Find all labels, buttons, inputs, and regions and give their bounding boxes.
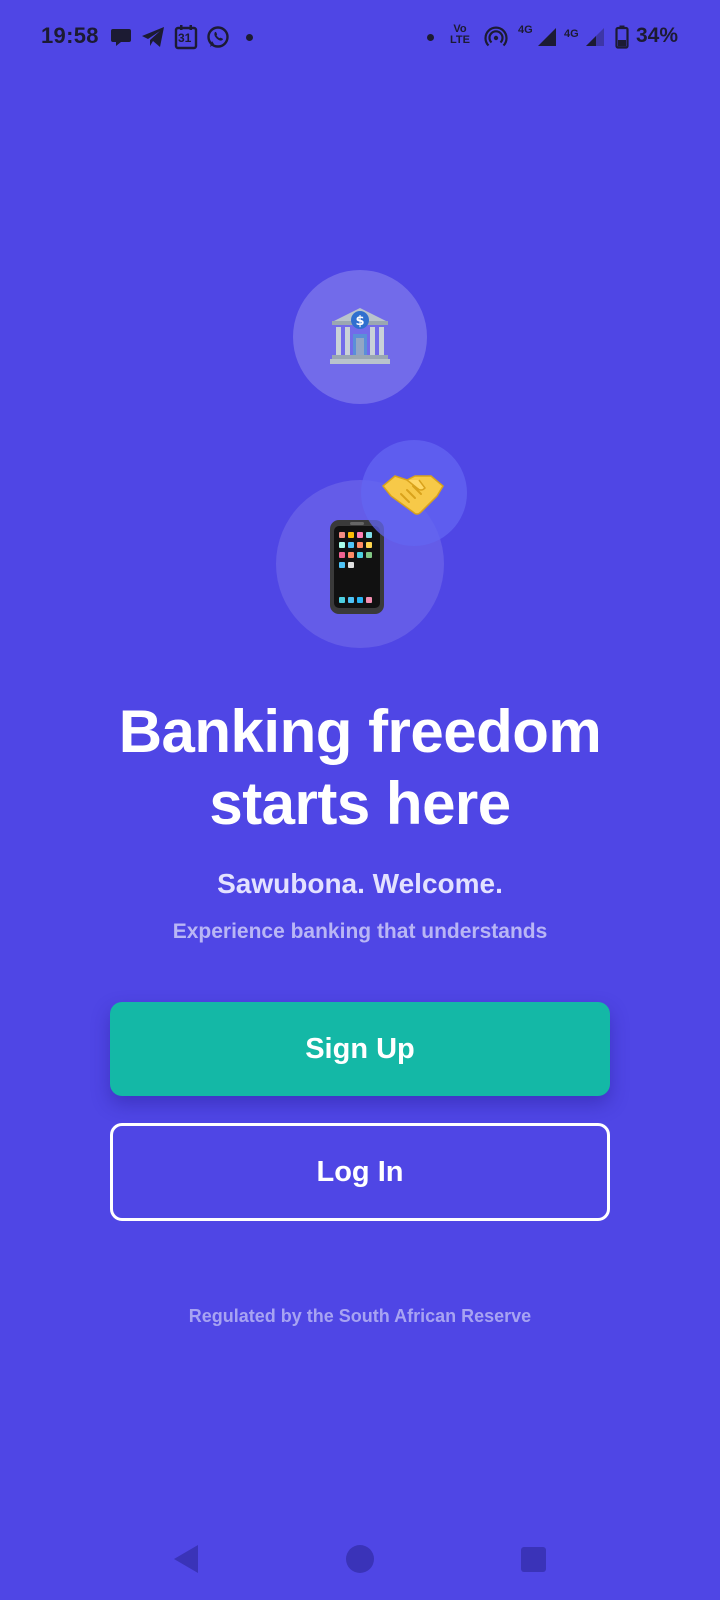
hotspot-icon — [484, 26, 508, 47]
status-bar: 19:58 31 Vo LTE 4G 4G 34% — [0, 0, 720, 74]
status-dot — [427, 34, 434, 41]
calendar-day: 31 — [178, 31, 192, 45]
volte-indicator: Vo LTE — [450, 23, 470, 46]
battery-level: 34% — [636, 24, 679, 47]
greeting-text: Sawubona. Welcome. — [217, 868, 503, 899]
bank-icon-circle: $ — [293, 270, 427, 404]
page-title: Banking freedom starts here — [0, 696, 720, 840]
headline-line-1: Banking freedom — [118, 698, 602, 765]
message-icon — [111, 29, 131, 46]
headline-line-2: starts here — [209, 770, 511, 837]
signup-button-label: Sign Up — [305, 1032, 415, 1065]
recents-icon[interactable] — [521, 1547, 546, 1572]
regulatory-footer: Regulated by the South African Reserve — [188, 1306, 532, 1326]
network-type-1: 4G — [518, 24, 533, 36]
tagline-text: Experience banking that understands — [172, 920, 548, 943]
notification-dot — [246, 34, 253, 41]
telegram-icon — [142, 27, 164, 47]
svg-text:$: $ — [355, 314, 364, 329]
login-button-label: Log In — [316, 1155, 404, 1188]
mobile-phone-icon — [330, 520, 384, 614]
battery-icon — [615, 25, 629, 49]
login-button[interactable]: Log In — [110, 1123, 610, 1221]
back-icon[interactable] — [174, 1545, 198, 1573]
bank-icon: $ — [330, 308, 390, 364]
handshake-icon — [381, 475, 444, 515]
status-time: 19:58 — [41, 23, 99, 48]
network-type-2: 4G — [564, 28, 579, 40]
signup-button[interactable]: Sign Up — [110, 1002, 610, 1096]
signal-icon — [538, 28, 556, 46]
whatsapp-icon — [207, 26, 229, 48]
signal-weak-icon — [586, 28, 604, 46]
handshake-icon-circle — [361, 440, 467, 546]
home-icon[interactable] — [346, 1545, 374, 1573]
